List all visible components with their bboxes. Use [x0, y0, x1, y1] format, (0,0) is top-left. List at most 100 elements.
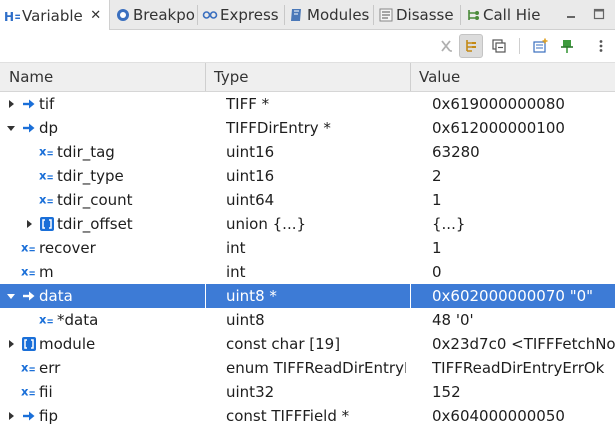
variable-value[interactable]: 1: [432, 236, 615, 260]
minimize-button[interactable]: [560, 4, 582, 24]
array-brackets-icon: [21, 336, 37, 352]
variable-name: dp: [39, 119, 59, 137]
name-cell: module: [0, 332, 205, 356]
expand-chevron-icon[interactable]: [5, 98, 17, 110]
tree-row[interactable]: tdir_offset union {...} {...}: [0, 212, 615, 236]
name-cell: tif: [0, 92, 205, 116]
variable-type: TIFFDirEntry *: [226, 119, 331, 137]
tree-row[interactable]: x fii uint32 152: [0, 380, 615, 404]
column-header: Name Type Value: [0, 62, 615, 92]
tab-label: Call Hie: [483, 6, 541, 24]
svg-text:x: x: [39, 169, 47, 183]
tree-row[interactable]: x *data uint8 48 '0': [0, 308, 615, 332]
minimize-icon: [567, 16, 575, 18]
close-icon[interactable]: ✕: [89, 8, 103, 23]
variable-value[interactable]: 0x612000000100: [432, 116, 615, 140]
maximize-icon: [593, 8, 605, 20]
tab-label: Modules: [307, 6, 370, 24]
tab-variables[interactable]: H= Variable ✕: [0, 0, 110, 31]
column-type-header[interactable]: Type: [214, 63, 248, 91]
tree-row[interactable]: data uint8 * 0x602000000070 "0": [0, 284, 615, 308]
tree-row[interactable]: x recover int 1: [0, 236, 615, 260]
expand-chevron-icon[interactable]: [5, 410, 17, 422]
svg-text:H=: H=: [4, 10, 20, 24]
remove-all-button[interactable]: [434, 34, 458, 58]
variable-name: data: [39, 287, 73, 305]
tree-row[interactable]: x m int 0: [0, 260, 615, 284]
variable-x-icon: x: [39, 168, 55, 184]
variable-type: union {...}: [226, 215, 307, 233]
tab-divider: [460, 5, 461, 25]
variable-value[interactable]: 0x604000000050: [432, 404, 615, 428]
column-name-header[interactable]: Name: [9, 63, 53, 91]
variable-value[interactable]: {...}: [432, 212, 615, 236]
tree-row[interactable]: x err enum TIFFReadDirEntryE TIFFReadDirEnt…: [0, 356, 615, 380]
tree-icon: [466, 40, 476, 52]
variable-value[interactable]: 0x23d7c0 <TIFFFetchNor: [432, 332, 615, 356]
variable-value[interactable]: 48 '0': [432, 308, 615, 332]
name-cell: x *data: [0, 308, 205, 332]
variable-value[interactable]: 0x602000000070 "0": [432, 284, 615, 308]
variable-type: const TIFFField *: [226, 407, 350, 425]
tab-call-hierarchy[interactable]: Call Hie: [463, 0, 551, 30]
tree-row[interactable]: x tdir_type uint16 2: [0, 164, 615, 188]
variable-value[interactable]: 2: [432, 164, 615, 188]
tab-label: Express: [220, 6, 279, 24]
column-resize-handle[interactable]: [410, 63, 411, 91]
variable-value[interactable]: 1: [432, 188, 615, 212]
new-watch-icon: [533, 38, 548, 53]
name-cell: x tdir_type: [0, 164, 205, 188]
tab-modules[interactable]: Modules: [287, 0, 373, 30]
add-watch-button[interactable]: [528, 34, 552, 58]
name-cell: tdir_offset: [0, 212, 205, 236]
variable-value[interactable]: 0x619000000080: [432, 92, 615, 116]
column-value-header[interactable]: Value: [419, 63, 460, 91]
pointer-arrow-icon: [21, 288, 37, 304]
remove-x-icon: [441, 40, 452, 52]
tab-breakpoints[interactable]: Breakpo: [113, 0, 203, 30]
variable-type: uint8: [226, 311, 265, 329]
variable-name: module: [39, 335, 96, 353]
collapse-all-icon: [492, 39, 506, 53]
name-cell: x tdir_tag: [0, 140, 205, 164]
tree-row[interactable]: module const char [19] 0x23d7c0 <TIFFFetch…: [0, 332, 615, 356]
view-toolbar: [0, 30, 615, 62]
variable-name: tdir_tag: [57, 143, 115, 161]
name-cell: xm: [0, 260, 205, 284]
expand-chevron-icon[interactable]: [23, 218, 35, 230]
collapse-chevron-icon[interactable]: [5, 122, 17, 134]
variable-x-icon: x: [21, 360, 37, 376]
variable-value[interactable]: 152: [432, 380, 615, 404]
name-cell: x tdir_count: [0, 188, 205, 212]
collapse-all-button[interactable]: [487, 34, 511, 58]
pin-button[interactable]: [555, 34, 579, 58]
tab-label: Breakpo: [133, 6, 195, 24]
variable-type: uint32: [226, 383, 275, 401]
tree-row[interactable]: tif TIFF * 0x619000000080: [0, 92, 615, 116]
svg-text:x: x: [21, 265, 29, 279]
tab-expressions[interactable]: Express: [200, 0, 284, 30]
variable-value[interactable]: 0: [432, 260, 615, 284]
expand-chevron-icon[interactable]: [5, 338, 17, 350]
pointer-arrow-icon: [21, 96, 37, 112]
tree-row[interactable]: fip const TIFFField * 0x604000000050: [0, 404, 615, 428]
variables-tree: tif TIFF * 0x619000000080 dp TIFFDirEntry * 0…: [0, 92, 615, 435]
column-divider: [205, 284, 206, 308]
variable-value[interactable]: TIFFReadDirEntryErrOk: [432, 356, 615, 380]
variable-name: tif: [39, 95, 55, 113]
variable-name: *data: [57, 311, 99, 329]
tree-row[interactable]: x tdir_tag uint16 63280: [0, 140, 615, 164]
view-menu-button[interactable]: [589, 34, 613, 58]
column-resize-handle[interactable]: [205, 63, 206, 91]
pointer-arrow-icon: [21, 120, 37, 136]
tree-row[interactable]: dp TIFFDirEntry * 0x612000000100: [0, 116, 615, 140]
variable-value[interactable]: 63280: [432, 140, 615, 164]
variable-name: recover: [39, 239, 96, 257]
tab-disassembly[interactable]: Disasse: [376, 0, 460, 30]
collapse-chevron-icon[interactable]: [5, 290, 17, 302]
variable-x-icon: x: [39, 144, 55, 160]
maximize-button[interactable]: [588, 4, 610, 24]
variable-x-icon: x: [21, 384, 37, 400]
show-type-names-button[interactable]: [459, 34, 483, 58]
tree-row[interactable]: x tdir_count uint64 1: [0, 188, 615, 212]
